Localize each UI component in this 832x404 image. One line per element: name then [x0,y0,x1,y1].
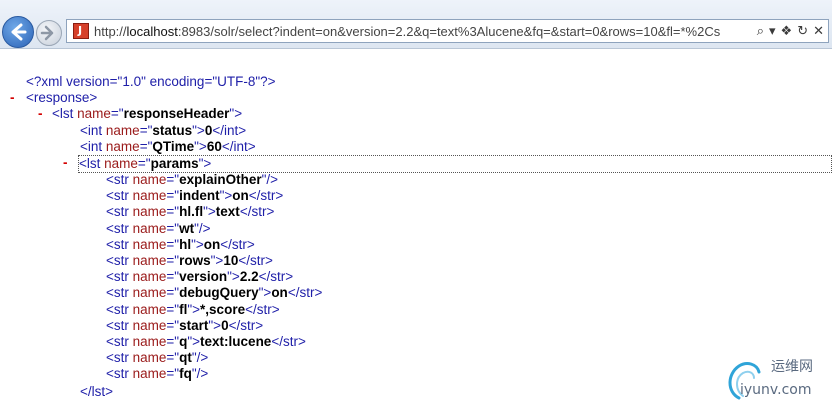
compat-view-icon[interactable]: ❖ [781,24,793,40]
response-header-tag: <lst name="responseHeader"> [52,106,243,121]
param-str: <str name="version">2.2</str> [106,269,294,285]
lst-close-tag: </lst> [80,384,114,399]
watermark-cn-text: 运维网 [771,359,813,375]
refresh-icon[interactable]: ↻ [797,24,808,40]
param-str: <str name="fl">*,score</str> [106,301,280,317]
stop-icon[interactable]: ✕ [813,24,824,40]
param-str: <str name="q">text:lucene</str> [106,334,306,349]
qtime-int: <int name="QTime">60</int> [80,139,256,154]
param-str: <str name="start">0</str> [106,317,264,333]
params-lst-tag[interactable]: <lst name="params"> [78,155,832,173]
site-favicon-icon: J [73,23,89,39]
watermark-swirl-icon: 运维网 iyunv.com [728,359,813,400]
back-button[interactable] [2,16,34,48]
forward-button[interactable] [36,20,62,46]
param-str: <str name="fq"/> [106,366,209,382]
back-arrow-icon [11,23,27,41]
collapse-toggle-header[interactable]: - [38,106,43,122]
watermark-domain-text: iyunv.com [740,382,811,398]
forward-arrow-icon [40,25,54,41]
search-icon[interactable]: ⌕ [757,24,764,40]
param-str: <str name="hl.fl">text</str> [106,204,275,220]
param-str: <str name="rows">10</str> [106,253,273,268]
param-str: <str name="qt"/> [106,350,209,366]
response-open-tag: <response> [26,90,98,105]
dropdown-chevron-icon[interactable]: ▾ [769,24,776,40]
watermark-logo: 运维网 iyunv.com [725,352,830,400]
param-str: <str name="debugQuery">on</str> [106,285,323,301]
param-str: <str name="wt"/> [106,220,211,236]
param-str: <str name="hl">on</str> [106,236,255,252]
address-bar-controls: ⌕ ▾ ❖ ↻ ✕ [757,23,824,41]
browser-toolbar: J http://localhost:8983/solr/select?inde… [0,0,832,49]
xml-declaration: <?xml version="1.0" encoding="UTF-8"?> [26,74,276,89]
param-str: <str name="explainOther"/> [106,172,279,187]
collapse-toggle-params[interactable]: - [63,155,68,171]
collapse-toggle-response[interactable]: - [10,90,15,106]
param-str: <str name="indent">on</str> [106,188,284,204]
address-bar[interactable]: J http://localhost:8983/solr/select?inde… [66,19,829,43]
url-text[interactable]: http://localhost:8983/solr/select?indent… [94,24,720,39]
status-int: <int name="status">0</int> [80,123,247,138]
